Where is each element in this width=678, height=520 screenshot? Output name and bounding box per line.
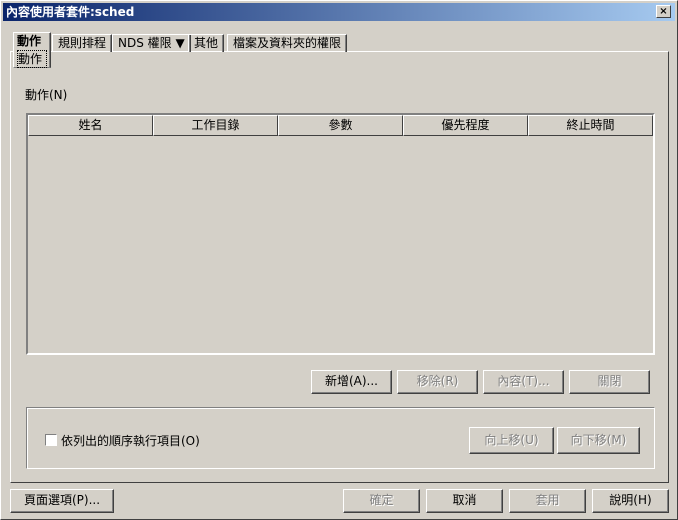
tab-file-rights[interactable]: 檔案及資料夾的權限 — [227, 34, 348, 52]
remove-button[interactable]: 移除(R) — [397, 370, 478, 394]
title-bar: 內容使用者套件:sched × — [3, 3, 675, 21]
ok-button[interactable]: 確定 — [343, 489, 420, 513]
column-header-workdir[interactable]: 工作目錄 — [153, 115, 278, 136]
close-button[interactable]: × — [656, 5, 671, 18]
tab-other[interactable]: 其他 — [188, 34, 225, 52]
actions-table[interactable]: 姓名 工作目錄 參數 優先程度 終止時間 — [26, 113, 655, 355]
move-up-button[interactable]: 向上移(U) — [469, 427, 554, 454]
column-header-params[interactable]: 參數 — [278, 115, 403, 136]
add-button[interactable]: 新增(A)... — [311, 370, 392, 394]
move-down-button[interactable]: 向下移(M) — [557, 427, 640, 454]
help-button[interactable]: 說明(H) — [592, 489, 669, 513]
column-header-priority[interactable]: 優先程度 — [403, 115, 528, 136]
apply-button[interactable]: 套用 — [509, 489, 586, 513]
tab-schedule[interactable]: 規則排程 — [52, 34, 113, 52]
run-in-order-checkbox[interactable] — [45, 434, 57, 446]
dialog-window: 內容使用者套件:sched × 動作 動作 規則排程 NDS 權限 ▼ 其他 檔案… — [0, 0, 678, 520]
run-in-order-label[interactable]: 依列出的順序執行項目(O) — [61, 432, 200, 449]
cancel-button[interactable]: 取消 — [426, 489, 503, 513]
properties-button[interactable]: 內容(T)... — [483, 370, 564, 394]
actions-label: 動作(N) — [25, 88, 68, 102]
window-title: 內容使用者套件:sched — [6, 5, 135, 19]
tab-actions[interactable]: 動作 動作 — [13, 32, 51, 68]
column-header-name[interactable]: 姓名 — [28, 115, 153, 136]
column-header-end-time[interactable]: 終止時間 — [528, 115, 653, 136]
tab-nds-rights[interactable]: NDS 權限 ▼ — [112, 34, 191, 52]
close-action-button[interactable]: 關閉 — [569, 370, 650, 394]
page-options-button[interactable]: 頁面選項(P)... — [10, 489, 114, 513]
